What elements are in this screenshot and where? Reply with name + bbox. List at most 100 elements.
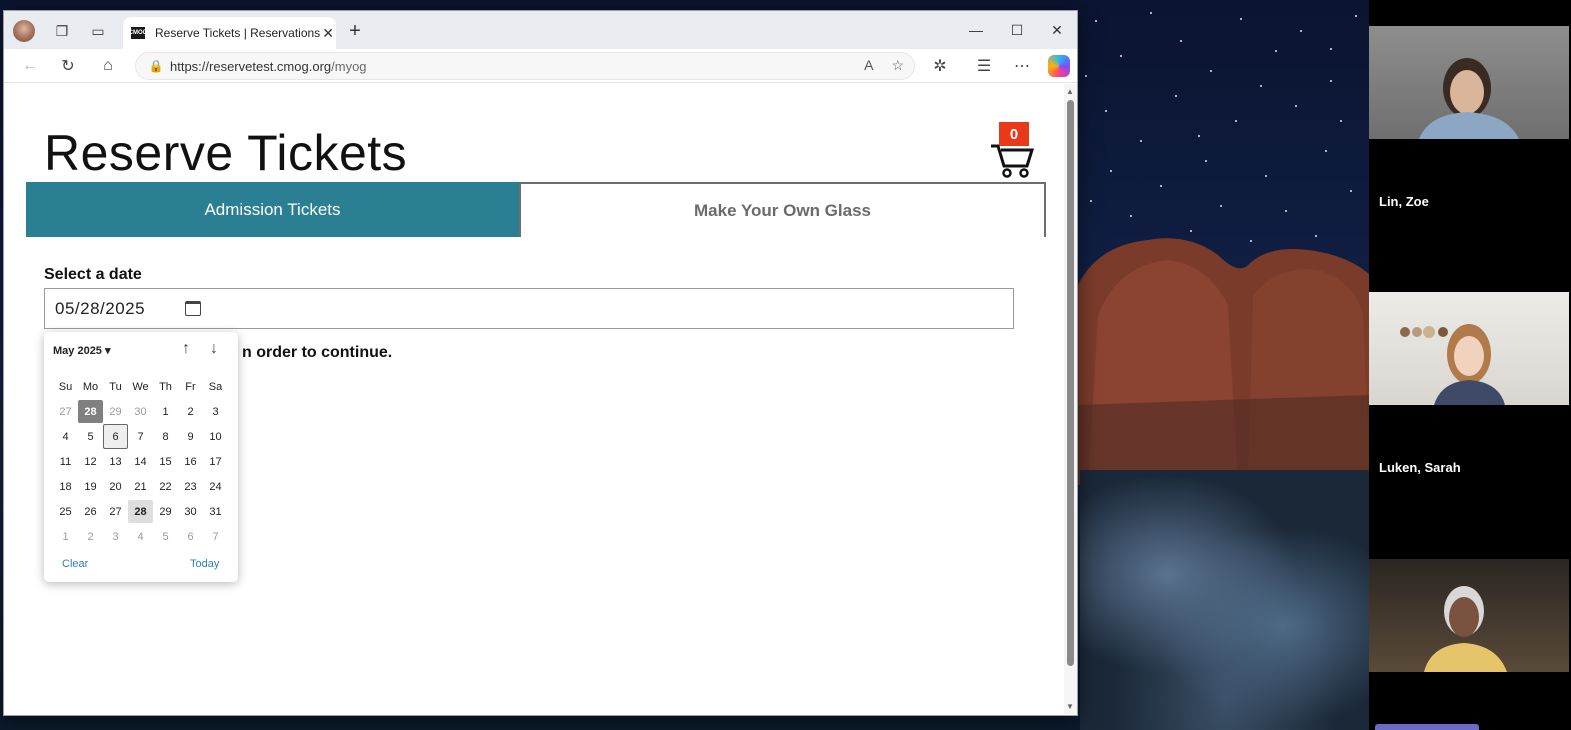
calendar-day[interactable]: 7 xyxy=(203,524,228,549)
calendar-day[interactable]: 6 xyxy=(178,524,203,549)
calendar-day[interactable]: 27 xyxy=(103,499,128,524)
calendar-day[interactable]: 4 xyxy=(128,524,153,549)
calendar-day[interactable]: 5 xyxy=(153,524,178,549)
star xyxy=(1265,175,1267,177)
calendar-day[interactable]: 2 xyxy=(78,524,103,549)
ticket-type-tabs: Admission Tickets Make Your Own Glass xyxy=(26,182,1046,238)
star xyxy=(1198,135,1200,137)
person-silhouette-icon xyxy=(1419,58,1519,139)
calendar-day[interactable]: 24 xyxy=(203,474,228,499)
new-tab-icon[interactable]: + xyxy=(344,20,366,42)
star xyxy=(1110,170,1112,172)
calendar-day[interactable]: 3 xyxy=(103,524,128,549)
tab-actions-icon[interactable]: ▭ xyxy=(87,20,109,42)
url-text: https://reservetest.cmog.org/myog xyxy=(170,58,367,74)
star xyxy=(1175,95,1177,97)
scroll-up-icon[interactable]: ▲ xyxy=(1066,87,1074,96)
star xyxy=(1275,50,1277,52)
calendar-day[interactable]: 28 xyxy=(128,500,153,523)
calendar-day[interactable]: 21 xyxy=(128,474,153,499)
calendar-day[interactable]: 7 xyxy=(128,424,153,449)
date-value: 05/28/2025 xyxy=(55,298,146,318)
calendar-day[interactable]: 1 xyxy=(53,524,78,549)
calendar-day[interactable]: 18 xyxy=(53,474,78,499)
calendar-day[interactable]: 29 xyxy=(103,399,128,424)
vertical-scrollbar[interactable]: ▲ ▼ xyxy=(1064,84,1077,714)
workspaces-icon[interactable]: ❐ xyxy=(51,20,73,42)
star xyxy=(1235,120,1237,122)
calendar-day[interactable]: 6 xyxy=(103,424,128,449)
lock-icon[interactable]: 🔒 xyxy=(142,59,170,73)
calendar-day[interactable]: 9 xyxy=(178,424,203,449)
browser-tab-active[interactable]: CMOG Reserve Tickets | Reservations ✕ xyxy=(123,17,336,49)
calendar-day[interactable]: 30 xyxy=(178,499,203,524)
calendar-day[interactable]: 17 xyxy=(203,449,228,474)
copilot-icon[interactable] xyxy=(1048,55,1070,77)
calendar-icon[interactable] xyxy=(185,301,201,316)
star xyxy=(1325,150,1327,152)
calendar-day[interactable]: 4 xyxy=(53,424,78,449)
favorite-star-icon[interactable]: ☆ xyxy=(891,57,904,74)
calendar-day[interactable]: 26 xyxy=(78,499,103,524)
participant-video-2 xyxy=(1369,292,1569,405)
minimize-icon[interactable]: — xyxy=(956,19,996,41)
date-input[interactable]: 05/28/2025 xyxy=(44,288,1014,329)
month-year-dropdown[interactable]: May 2025 ▾ xyxy=(53,344,111,357)
calendar-day[interactable]: 13 xyxy=(103,449,128,474)
cmog-favicon-icon: CMOG xyxy=(129,27,147,39)
tab-make-your-own-glass[interactable]: Make Your Own Glass xyxy=(519,182,1046,237)
home-icon[interactable]: ⌂ xyxy=(96,54,120,78)
calendar-day[interactable]: 5 xyxy=(78,424,103,449)
favorites-icon[interactable]: ☰ xyxy=(972,54,996,78)
star xyxy=(1085,75,1087,77)
read-aloud-icon[interactable]: A xyxy=(864,57,873,74)
calendar-grid: Su Mo Tu We Th Fr Sa 27 28 29 30 1 2 3 4 5 6 7 8 9 10 11 12 13 1… xyxy=(53,374,233,549)
calendar-day[interactable]: 31 xyxy=(203,499,228,524)
calendar-day[interactable]: 27 xyxy=(53,399,78,424)
star xyxy=(1300,30,1302,32)
weekday-label: Th xyxy=(159,380,172,393)
close-window-icon[interactable]: ✕ xyxy=(1037,19,1077,41)
extensions-icon[interactable]: ✲ xyxy=(928,54,952,78)
calendar-day[interactable]: 20 xyxy=(103,474,128,499)
calendar-day[interactable]: 29 xyxy=(153,499,178,524)
participant-name-2: Luken, Sarah xyxy=(1379,460,1461,475)
previous-month-arrow-icon[interactable]: ↑ xyxy=(176,340,196,358)
scrollbar-thumb[interactable] xyxy=(1067,100,1074,666)
tab-admission-tickets[interactable]: Admission Tickets xyxy=(26,182,519,237)
cart-button[interactable]: 0 xyxy=(989,122,1035,178)
calendar-day[interactable]: 3 xyxy=(203,399,228,424)
star xyxy=(1240,18,1242,20)
star xyxy=(1210,70,1212,72)
next-month-arrow-icon[interactable]: ↓ xyxy=(204,340,224,358)
today-button[interactable]: Today xyxy=(190,558,219,570)
address-bar[interactable]: 🔒 https://reservetest.cmog.org/myog A ☆ xyxy=(135,52,915,80)
more-options-icon[interactable]: ⋯ xyxy=(1010,54,1034,78)
scroll-down-icon[interactable]: ▼ xyxy=(1066,702,1074,711)
calendar-day[interactable]: 1 xyxy=(153,399,178,424)
tab-close-icon[interactable]: ✕ xyxy=(320,25,336,42)
profile-avatar[interactable] xyxy=(13,20,35,42)
maximize-icon[interactable]: ☐ xyxy=(997,19,1037,41)
calendar-day[interactable]: 14 xyxy=(128,449,153,474)
clear-button[interactable]: Clear xyxy=(62,558,88,570)
calendar-day[interactable]: 25 xyxy=(53,499,78,524)
calendar-day[interactable]: 2 xyxy=(178,399,203,424)
star xyxy=(1355,15,1357,17)
calendar-day[interactable]: 15 xyxy=(153,449,178,474)
calendar-day[interactable]: 23 xyxy=(178,474,203,499)
calendar-day[interactable]: 22 xyxy=(153,474,178,499)
star xyxy=(1090,200,1092,202)
star xyxy=(1130,215,1132,217)
calendar-day[interactable]: 10 xyxy=(203,424,228,449)
calendar-day[interactable]: 28 xyxy=(78,400,103,423)
calendar-day[interactable]: 16 xyxy=(178,449,203,474)
calendar-day[interactable]: 8 xyxy=(153,424,178,449)
star xyxy=(1350,190,1352,192)
back-icon[interactable]: ← xyxy=(18,54,42,78)
calendar-day[interactable]: 11 xyxy=(53,449,78,474)
calendar-day[interactable]: 19 xyxy=(78,474,103,499)
refresh-icon[interactable]: ↻ xyxy=(56,54,80,78)
calendar-day[interactable]: 30 xyxy=(128,399,153,424)
calendar-day[interactable]: 12 xyxy=(78,449,103,474)
